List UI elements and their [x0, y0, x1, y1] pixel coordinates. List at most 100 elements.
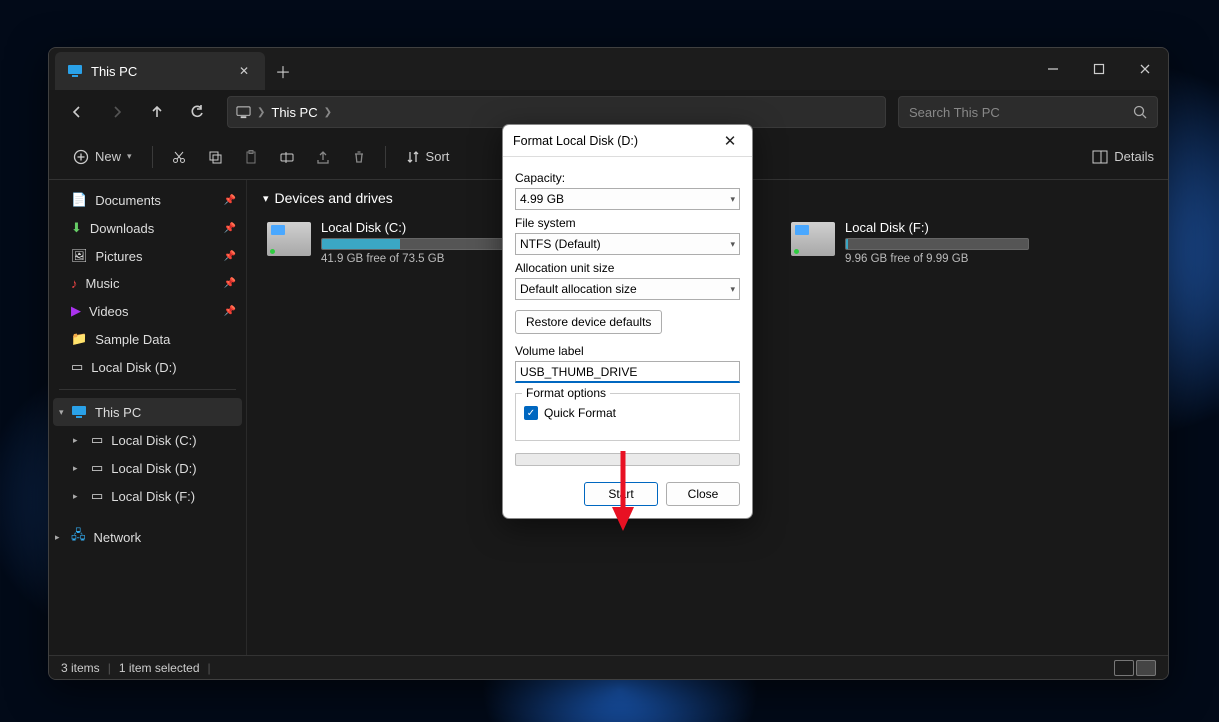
- sidebar-item-music[interactable]: ♪Music📌: [49, 270, 246, 297]
- chevron-right-icon[interactable]: ▸: [55, 532, 60, 543]
- drive-icon: [267, 222, 311, 256]
- sort-icon: [406, 150, 420, 164]
- drive-icon: ▭: [91, 488, 103, 504]
- pin-icon: 📌: [224, 306, 236, 317]
- share-button[interactable]: [307, 143, 339, 171]
- back-button[interactable]: [59, 96, 95, 128]
- breadcrumb-location[interactable]: This PC: [271, 105, 317, 120]
- monitor-icon: [236, 105, 251, 120]
- dialog-body: Capacity: 4.99 GB▾ File system NTFS (Def…: [503, 157, 752, 518]
- monitor-icon: [67, 63, 83, 79]
- sidebar-item-sample-data[interactable]: 📁Sample Data: [49, 325, 246, 353]
- chevron-right-icon: ❯: [257, 107, 265, 118]
- chevron-right-icon[interactable]: ❯: [324, 107, 332, 118]
- capacity-select[interactable]: 4.99 GB▾: [515, 188, 740, 210]
- tab-this-pc[interactable]: This PC ✕: [55, 52, 265, 90]
- tab-close-button[interactable]: ✕: [235, 62, 253, 80]
- start-button[interactable]: Start: [584, 482, 658, 506]
- sidebar-item-local-disk-d[interactable]: ▭Local Disk (D:): [49, 353, 246, 381]
- volume-label-label: Volume label: [515, 344, 740, 358]
- separator: [152, 146, 153, 168]
- delete-button[interactable]: [343, 143, 375, 171]
- capacity-value: 4.99 GB: [520, 192, 564, 206]
- status-item-count: 3 items: [61, 661, 100, 675]
- sidebar-item-local-disk-f[interactable]: ▸▭Local Disk (F:): [49, 482, 246, 510]
- cut-button[interactable]: [163, 143, 195, 171]
- drive-item-c[interactable]: Local Disk (C:) 41.9 GB free of 73.5 GB: [263, 216, 509, 269]
- close-dialog-button[interactable]: Close: [666, 482, 740, 506]
- allocation-value: Default allocation size: [520, 282, 637, 296]
- close-button[interactable]: [1122, 48, 1168, 90]
- format-progress-bar: [515, 453, 740, 466]
- format-options-group: Format options ✓ Quick Format: [515, 393, 740, 441]
- sidebar-item-label: Local Disk (D:): [111, 461, 196, 476]
- copy-button[interactable]: [199, 143, 231, 171]
- rename-button[interactable]: [271, 143, 303, 171]
- sidebar-item-label: Local Disk (D:): [91, 360, 176, 375]
- quick-format-checkbox-row[interactable]: ✓ Quick Format: [524, 406, 731, 420]
- new-button[interactable]: New ▾: [63, 143, 142, 171]
- sort-button[interactable]: Sort: [396, 143, 460, 170]
- filesystem-value: NTFS (Default): [520, 237, 601, 251]
- navigation-pane: 📄Documents📌 ⬇Downloads📌 🖼 Pictures 📌 ♪Musi…: [49, 180, 247, 655]
- forward-button[interactable]: [99, 96, 135, 128]
- chevron-down-icon[interactable]: ▾: [59, 407, 64, 418]
- new-label: New: [95, 149, 121, 164]
- maximize-button[interactable]: [1076, 48, 1122, 90]
- new-tab-button[interactable]: ＋: [265, 52, 301, 90]
- details-view-button[interactable]: [1114, 660, 1134, 676]
- details-pane-button[interactable]: Details: [1092, 149, 1154, 164]
- download-icon: ⬇: [71, 220, 82, 236]
- rename-icon: [279, 149, 295, 165]
- minimize-button[interactable]: [1030, 48, 1076, 90]
- allocation-label: Allocation unit size: [515, 261, 740, 275]
- sidebar-item-network[interactable]: ▸🖧Network: [49, 520, 246, 554]
- pin-icon: 📌: [224, 195, 236, 206]
- thumbnails-view-button[interactable]: [1136, 660, 1156, 676]
- paste-button[interactable]: [235, 143, 267, 171]
- picture-icon: 🖼: [71, 248, 88, 264]
- details-label: Details: [1114, 149, 1154, 164]
- music-icon: ♪: [71, 276, 78, 291]
- dialog-titlebar[interactable]: Format Local Disk (D:) ✕: [503, 125, 752, 157]
- search-placeholder: Search This PC: [909, 105, 1000, 120]
- separator: [385, 146, 386, 168]
- dialog-title-text: Format Local Disk (D:): [513, 134, 638, 148]
- drive-item-f[interactable]: Local Disk (F:) 9.96 GB free of 9.99 GB: [787, 216, 1033, 269]
- titlebar: This PC ✕ ＋: [49, 48, 1168, 90]
- video-icon: ▶: [71, 303, 81, 319]
- tab-title: This PC: [91, 64, 137, 79]
- drive-free-text: 9.96 GB free of 9.99 GB: [845, 253, 1029, 265]
- sidebar-item-local-disk-c[interactable]: ▸▭Local Disk (C:): [49, 426, 246, 454]
- drive-free-text: 41.9 GB free of 73.5 GB: [321, 253, 505, 265]
- group-header-label: Devices and drives: [275, 190, 393, 206]
- chevron-right-icon[interactable]: ▸: [73, 491, 78, 502]
- sidebar-item-label: Pictures: [96, 249, 143, 264]
- separator: |: [208, 661, 211, 675]
- format-options-label: Format options: [522, 386, 610, 400]
- search-input[interactable]: Search This PC: [898, 96, 1158, 128]
- chevron-right-icon[interactable]: ▸: [73, 435, 78, 446]
- sidebar-item-label: Sample Data: [95, 332, 170, 347]
- filesystem-select[interactable]: NTFS (Default)▾: [515, 233, 740, 255]
- filesystem-label: File system: [515, 216, 740, 230]
- chevron-right-icon[interactable]: ▸: [73, 463, 78, 474]
- dialog-close-button[interactable]: ✕: [718, 129, 742, 153]
- sidebar-item-pictures[interactable]: 🖼 Pictures 📌: [49, 242, 246, 270]
- sidebar-item-downloads[interactable]: ⬇Downloads📌: [49, 214, 246, 242]
- restore-defaults-button[interactable]: Restore device defaults: [515, 310, 662, 334]
- sidebar-item-local-disk-d-tree[interactable]: ▸▭Local Disk (D:): [49, 454, 246, 482]
- dialog-buttons: Start Close: [515, 482, 740, 506]
- sidebar-item-this-pc[interactable]: ▾This PC: [53, 398, 242, 426]
- sidebar-item-label: Local Disk (C:): [111, 433, 196, 448]
- up-button[interactable]: [139, 96, 175, 128]
- status-selected-count: 1 item selected: [119, 661, 200, 675]
- volume-label-input[interactable]: [515, 361, 740, 383]
- quick-format-checkbox[interactable]: ✓: [524, 406, 538, 420]
- allocation-select[interactable]: Default allocation size▾: [515, 278, 740, 300]
- sidebar-item-documents[interactable]: 📄Documents📌: [49, 186, 246, 214]
- window-controls: [1030, 48, 1168, 90]
- pin-icon: 📌: [224, 251, 236, 262]
- sidebar-item-videos[interactable]: ▶Videos📌: [49, 297, 246, 325]
- refresh-button[interactable]: [179, 96, 215, 128]
